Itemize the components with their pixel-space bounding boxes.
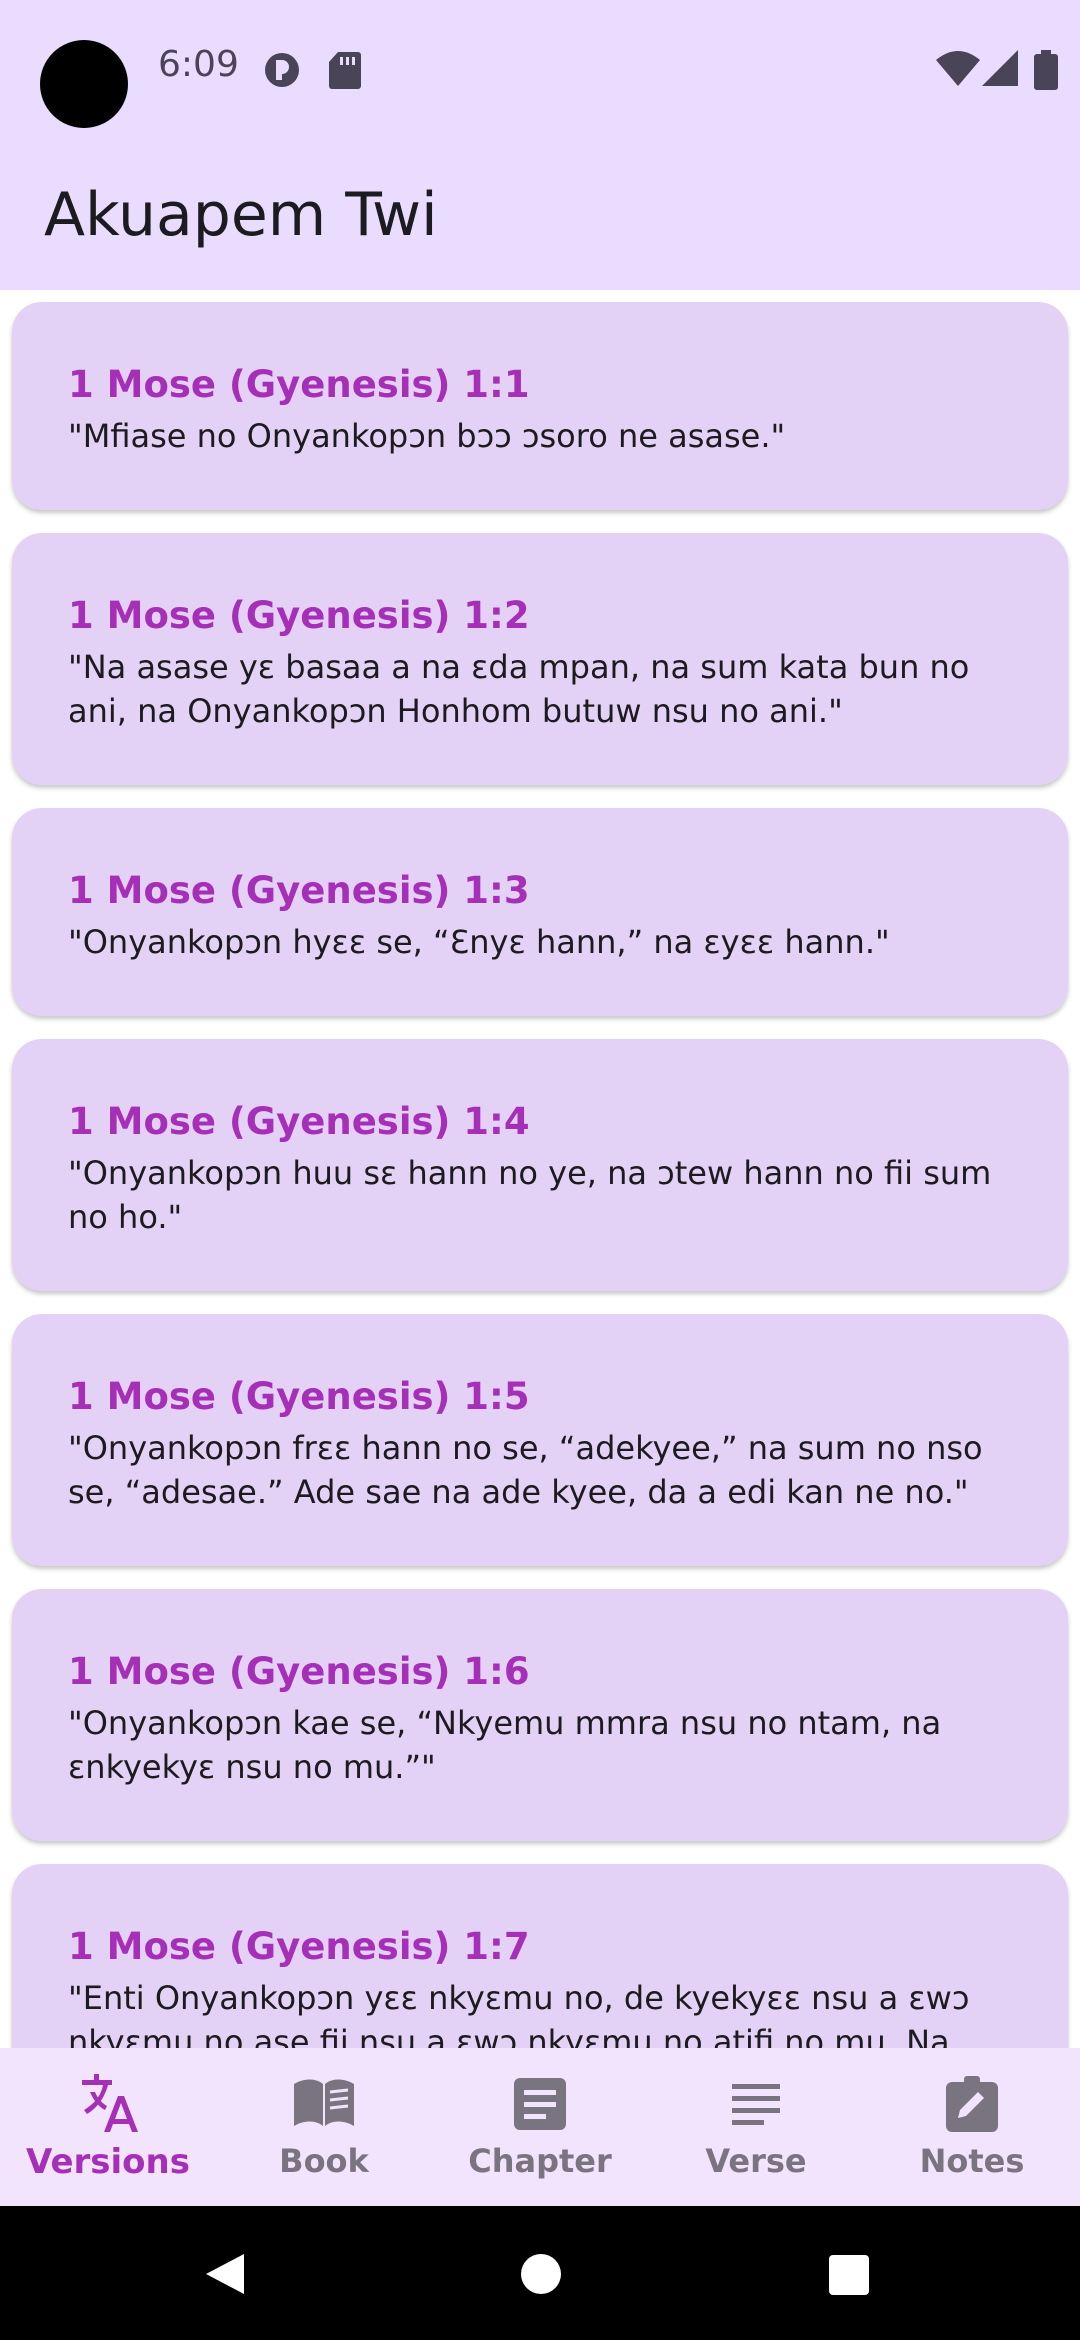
wifi-icon xyxy=(936,50,980,93)
verse-reference: 1 Mose (Gyenesis) 1:6 xyxy=(68,1650,530,1693)
translate-icon xyxy=(82,2074,138,2132)
verse-card[interactable]: 1 Mose (Gyenesis) 1:2 "Na asase yɛ basaa… xyxy=(12,533,1068,785)
article-icon xyxy=(514,2078,566,2130)
signal-icon xyxy=(982,50,1018,93)
nav-verse[interactable]: Verse xyxy=(648,2048,864,2206)
nav-label: Chapter xyxy=(468,2142,612,2180)
camera-cutout xyxy=(40,40,128,128)
verse-text: "Mfiase no Onyankopɔn bɔɔ ɔsoro ne asase… xyxy=(68,417,786,455)
verse-text: "Onyankopɔn hyɛɛ se, “Ɛnyɛ hann,” na ɛyɛ… xyxy=(68,923,890,961)
data-saver-icon xyxy=(262,50,302,95)
nav-label: Notes xyxy=(919,2142,1025,2180)
verse-list[interactable]: 1 Mose (Gyenesis) 1:1 "Mfiase no Onyanko… xyxy=(0,290,1080,2048)
bottom-navigation: Versions Book Chapter Verse Notes xyxy=(0,2048,1080,2206)
verse-card[interactable]: 1 Mose (Gyenesis) 1:7 "Enti Onyankopɔn y… xyxy=(12,1864,1068,2048)
verse-reference: 1 Mose (Gyenesis) 1:5 xyxy=(68,1375,530,1418)
verse-card[interactable]: 1 Mose (Gyenesis) 1:1 "Mfiase no Onyanko… xyxy=(12,302,1068,510)
back-icon[interactable] xyxy=(200,2250,248,2298)
verse-text: "Enti Onyankopɔn yɛɛ nkyɛmu no, de kyeky… xyxy=(68,1979,970,2048)
nav-label: Book xyxy=(279,2142,369,2180)
verse-text: "Onyankopɔn huu sɛ hann no ye, na ɔtew h… xyxy=(68,1154,992,1236)
app-bar: Akuapem Twi xyxy=(0,140,1080,290)
verse-text: "Na asase yɛ basaa a na ɛda mpan, na sum… xyxy=(68,648,970,730)
system-navigation-bar xyxy=(0,2206,1080,2340)
sd-card-icon xyxy=(328,50,362,95)
nav-chapter[interactable]: Chapter xyxy=(432,2048,648,2206)
verse-text: "Onyankopɔn frɛɛ hann no se, “adekyee,” … xyxy=(68,1429,983,1511)
verse-text: "Onyankopɔn kae se, “Nkyemu mmra nsu no … xyxy=(68,1704,942,1786)
recents-icon[interactable] xyxy=(828,2254,870,2296)
verse-reference: 1 Mose (Gyenesis) 1:2 xyxy=(68,594,530,637)
verse-card[interactable]: 1 Mose (Gyenesis) 1:6 "Onyankopɔn kae se… xyxy=(12,1589,1068,1841)
page-title: Akuapem Twi xyxy=(44,180,438,250)
nav-notes[interactable]: Notes xyxy=(864,2048,1080,2206)
battery-icon xyxy=(1034,50,1058,95)
verse-reference: 1 Mose (Gyenesis) 1:7 xyxy=(68,1925,530,1968)
status-time: 6:09 xyxy=(158,44,239,85)
nav-label: Verse xyxy=(705,2142,807,2180)
nav-versions[interactable]: Versions xyxy=(0,2048,216,2206)
verse-card[interactable]: 1 Mose (Gyenesis) 1:3 "Onyankopɔn hyɛɛ s… xyxy=(12,808,1068,1016)
verse-reference: 1 Mose (Gyenesis) 1:3 xyxy=(68,869,530,912)
verse-card[interactable]: 1 Mose (Gyenesis) 1:5 "Onyankopɔn frɛɛ h… xyxy=(12,1314,1068,1566)
verse-card[interactable]: 1 Mose (Gyenesis) 1:4 "Onyankopɔn huu sɛ… xyxy=(12,1039,1068,1291)
nav-book[interactable]: Book xyxy=(216,2048,432,2206)
status-bar: 6:09 xyxy=(0,0,1080,140)
nav-label: Versions xyxy=(26,2142,190,2182)
verse-reference: 1 Mose (Gyenesis) 1:1 xyxy=(68,363,530,406)
book-icon xyxy=(294,2079,354,2126)
lines-icon xyxy=(732,2084,780,2125)
edit-note-icon xyxy=(946,2076,998,2132)
home-icon[interactable] xyxy=(519,2252,563,2296)
verse-reference: 1 Mose (Gyenesis) 1:4 xyxy=(68,1100,530,1143)
